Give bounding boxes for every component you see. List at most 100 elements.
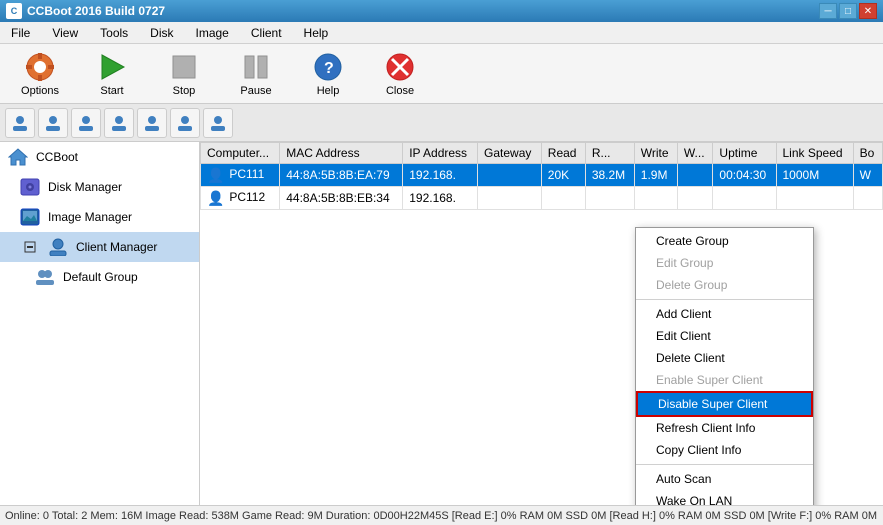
ctx-copy-client-info[interactable]: Copy Client Info xyxy=(636,439,813,461)
secondary-toolbar xyxy=(0,104,883,142)
menu-help[interactable]: Help xyxy=(298,24,335,42)
sidebar-item-image-manager[interactable]: Image Manager xyxy=(0,202,199,232)
toolbar2-btn-1[interactable] xyxy=(5,108,35,138)
sidebar-item-client-manager[interactable]: Client Manager xyxy=(0,232,199,262)
close-toolbar-icon xyxy=(384,51,416,83)
col-w[interactable]: W... xyxy=(677,143,713,164)
sidebar: CCBoot Disk Manager Image Manager xyxy=(0,142,200,505)
close-toolbar-button[interactable]: Close xyxy=(365,47,435,101)
cell-uptime: 00:04:30 xyxy=(713,164,776,187)
options-label: Options xyxy=(21,85,59,97)
menu-disk[interactable]: Disk xyxy=(144,24,179,42)
cell-mac: 44:8A:5B:8B:EA:79 xyxy=(280,164,403,187)
window-controls: ─ □ ✕ xyxy=(819,3,877,19)
col-write[interactable]: Write xyxy=(634,143,677,164)
ctx-disable-super-client[interactable]: Disable Super Client xyxy=(636,391,813,417)
pause-button[interactable]: Pause xyxy=(221,47,291,101)
menu-tools[interactable]: Tools xyxy=(94,24,134,42)
minimize-button[interactable]: ─ xyxy=(819,3,837,19)
start-icon xyxy=(96,51,128,83)
close-toolbar-label: Close xyxy=(386,85,414,97)
toolbar2-btn-2[interactable] xyxy=(38,108,68,138)
cell-write xyxy=(634,187,677,210)
ctx-add-client[interactable]: Add Client xyxy=(636,303,813,325)
menu-view[interactable]: View xyxy=(46,24,84,42)
help-label: Help xyxy=(317,85,340,97)
main-toolbar: Options Start Stop Pause ? xyxy=(0,44,883,104)
table-row[interactable]: 👤 PC112 44:8A:5B:8B:EB:34 192.168. xyxy=(201,187,883,210)
ctx-auto-scan[interactable]: Auto Scan xyxy=(636,468,813,490)
col-gateway[interactable]: Gateway xyxy=(478,143,542,164)
menu-file[interactable]: File xyxy=(5,24,36,42)
table-header-row: Computer... MAC Address IP Address Gatew… xyxy=(201,143,883,164)
sidebar-item-default-group[interactable]: Default Group xyxy=(0,262,199,292)
col-ip[interactable]: IP Address xyxy=(403,143,478,164)
cell-read xyxy=(541,187,585,210)
stop-label: Stop xyxy=(173,85,196,97)
cell-r: 38.2M xyxy=(585,164,634,187)
app-title: CCBoot 2016 Build 0727 xyxy=(27,4,165,18)
ctx-create-group[interactable]: Create Group xyxy=(636,230,813,252)
ctx-separator-2 xyxy=(636,464,813,465)
cell-uptime xyxy=(713,187,776,210)
cell-w xyxy=(677,187,713,210)
toolbar2-btn-7[interactable] xyxy=(203,108,233,138)
toolbar2-btn-6[interactable] xyxy=(170,108,200,138)
help-button[interactable]: ? Help xyxy=(293,47,363,101)
toolbar2-btn-3[interactable] xyxy=(71,108,101,138)
cell-ip: 192.168. xyxy=(403,187,478,210)
col-bo[interactable]: Bo xyxy=(853,143,882,164)
cell-mac: 44:8A:5B:8B:EB:34 xyxy=(280,187,403,210)
col-read[interactable]: Read xyxy=(541,143,585,164)
home-icon xyxy=(8,147,28,167)
cell-w xyxy=(677,164,713,187)
sidebar-item-disk-manager[interactable]: Disk Manager xyxy=(0,172,199,202)
menu-bar: File View Tools Disk Image Client Help xyxy=(0,22,883,44)
cell-read: 20K xyxy=(541,164,585,187)
col-link-speed[interactable]: Link Speed xyxy=(776,143,853,164)
ctx-separator-1 xyxy=(636,299,813,300)
cell-computer: 👤 PC112 xyxy=(201,187,280,210)
image-icon xyxy=(20,207,40,227)
help-icon: ? xyxy=(312,51,344,83)
options-button[interactable]: Options xyxy=(5,47,75,101)
menu-client[interactable]: Client xyxy=(245,24,288,42)
start-label: Start xyxy=(100,85,123,97)
ctx-edit-group[interactable]: Edit Group xyxy=(636,252,813,274)
toolbar2-btn-4[interactable] xyxy=(104,108,134,138)
pc111-icon: 👤 xyxy=(207,167,223,183)
ctx-refresh-client-info[interactable]: Refresh Client Info xyxy=(636,417,813,439)
svg-text:?: ? xyxy=(324,60,334,77)
menu-image[interactable]: Image xyxy=(190,24,235,42)
cell-write: 1.9M xyxy=(634,164,677,187)
maximize-button[interactable]: □ xyxy=(839,3,857,19)
stop-button[interactable]: Stop xyxy=(149,47,219,101)
cell-ip: 192.168. xyxy=(403,164,478,187)
start-button[interactable]: Start xyxy=(77,47,147,101)
sidebar-item-ccboot[interactable]: CCBoot xyxy=(0,142,199,172)
app-icon: C xyxy=(6,3,22,19)
ctx-delete-client[interactable]: Delete Client xyxy=(636,347,813,369)
close-window-button[interactable]: ✕ xyxy=(859,3,877,19)
ctx-edit-client[interactable]: Edit Client xyxy=(636,325,813,347)
ctx-enable-super-client[interactable]: Enable Super Client xyxy=(636,369,813,391)
cell-gateway xyxy=(478,187,542,210)
cell-r xyxy=(585,187,634,210)
col-computer[interactable]: Computer... xyxy=(201,143,280,164)
client-manager-minus-icon xyxy=(20,237,40,257)
ccboot-label: CCBoot xyxy=(36,150,78,164)
ctx-wake-on-lan[interactable]: Wake On LAN xyxy=(636,490,813,505)
col-uptime[interactable]: Uptime xyxy=(713,143,776,164)
cell-bo xyxy=(853,187,882,210)
toolbar2-btn-5[interactable] xyxy=(137,108,167,138)
stop-icon xyxy=(168,51,200,83)
client-manager-label: Client Manager xyxy=(76,240,157,254)
status-text: Online: 0 Total: 2 Mem: 16M Image Read: … xyxy=(5,510,877,522)
table-row[interactable]: 👤 PC111 44:8A:5B:8B:EA:79 192.168. 20K 3… xyxy=(201,164,883,187)
cell-bo: W xyxy=(853,164,882,187)
ctx-delete-group[interactable]: Delete Group xyxy=(636,274,813,296)
title-bar: C CCBoot 2016 Build 0727 ─ □ ✕ xyxy=(0,0,883,22)
col-r[interactable]: R... xyxy=(585,143,634,164)
col-mac[interactable]: MAC Address xyxy=(280,143,403,164)
cell-link-speed xyxy=(776,187,853,210)
